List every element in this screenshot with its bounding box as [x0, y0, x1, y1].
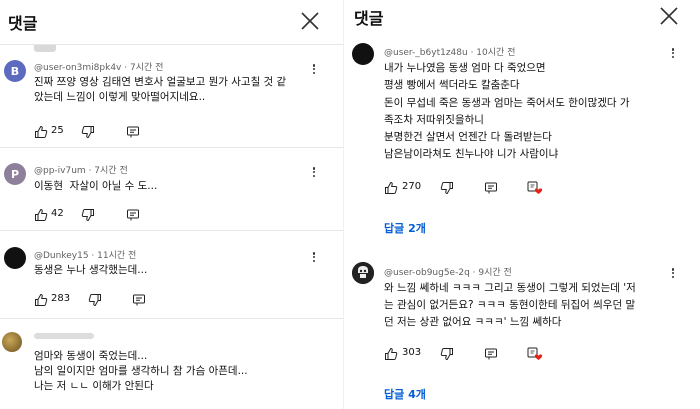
comment-author[interactable]: @user-_b6yt1z48u	[384, 48, 468, 58]
like-count: 25	[51, 125, 64, 136]
more-vertical-icon[interactable]	[668, 266, 678, 280]
like-count: 42	[51, 208, 64, 219]
skull-icon	[352, 262, 374, 284]
close-icon[interactable]	[299, 10, 321, 32]
comment-text: 와 느낌 쎄하네 ㅋㅋㅋ 그리고 동생이 그렇게 되었는데 '저 는 관심이 없거…	[384, 282, 636, 328]
comment-meta: @user-on3mi8pk4v · 7시간 전	[34, 63, 164, 73]
comment-meta	[34, 332, 94, 342]
avatar[interactable]	[352, 262, 374, 284]
comment-meta: @user-_b6yt1z48u · 10시간 전	[384, 48, 516, 58]
reply-icon[interactable]	[484, 346, 498, 362]
thumbs-down-icon[interactable]	[88, 292, 102, 308]
reply-icon[interactable]	[126, 207, 140, 223]
thumbs-up-icon[interactable]	[34, 292, 48, 308]
comment-divider	[0, 318, 343, 319]
comment-divider	[0, 147, 343, 148]
comment-author[interactable]: @pp-iv7um	[34, 166, 86, 176]
thumbs-down-icon[interactable]	[440, 346, 454, 362]
comment-text: 동생은 누나 생각했는데...	[34, 264, 148, 276]
like-count: 303	[402, 347, 422, 358]
more-vertical-icon[interactable]	[309, 250, 319, 264]
thumbs-up-icon[interactable]	[34, 124, 48, 140]
comment-divider	[0, 230, 343, 231]
comment-time: 11시간 전	[97, 251, 137, 261]
comments-panel-left: 댓글 B @user-on3mi8pk4v · 7시간 전 진짜 쯔양 영상 김…	[0, 0, 343, 409]
close-icon[interactable]	[658, 5, 680, 27]
comment-meta: @Dunkey15 · 11시간 전	[34, 251, 137, 261]
creator-heart-icon	[527, 180, 543, 196]
scroll-indicator	[34, 45, 56, 52]
thumbs-up-icon[interactable]	[384, 346, 398, 362]
comment-text: 이동현 자살이 아닐 수 도...	[34, 180, 158, 192]
comment-text: 진짜 쯔양 영상 김태연 변호사 얼굴보고 뭔가 사고칠 것 같 았는데 느낌이 …	[34, 76, 287, 103]
avatar[interactable]	[352, 43, 374, 65]
comment-actions: 283	[34, 292, 164, 308]
thumbs-up-icon[interactable]	[384, 180, 398, 196]
comments-header: 댓글	[0, 0, 343, 40]
thumbs-up-icon[interactable]	[34, 207, 48, 223]
avatar[interactable]: B	[4, 60, 26, 82]
comment-text: 내가 누나였음 동생 엄마 다 죽었으면 평생 빵에서 썩더라도 칼춤춘다 돈이 무…	[384, 62, 630, 161]
like-count: 283	[51, 293, 71, 304]
comments-title: 댓글	[8, 14, 38, 33]
comment-author[interactable]: @Dunkey15	[34, 251, 89, 261]
thumbs-down-icon[interactable]	[440, 180, 454, 196]
view-replies-link[interactable]: 답글 2개	[384, 220, 426, 236]
avatar[interactable]: P	[4, 163, 26, 185]
more-vertical-icon[interactable]	[668, 46, 678, 60]
avatar[interactable]	[2, 332, 22, 352]
comment-actions: 270	[384, 180, 554, 196]
more-vertical-icon[interactable]	[309, 165, 319, 179]
like-count: 270	[402, 181, 422, 192]
comment-time: 7시간 전	[129, 63, 164, 73]
comments-panel-right: 댓글 @user-_b6yt1z48u · 10시간 전 내가 누나였음 동생 …	[343, 0, 700, 409]
comment-text: 엄마와 동생이 죽었는데... 남의 일이지만 엄마를 생각하니 참 가슴 아픈데…	[34, 350, 248, 392]
comments-title: 댓글	[354, 9, 384, 28]
thumbs-down-icon[interactable]	[81, 124, 95, 140]
thumbs-down-icon[interactable]	[81, 207, 95, 223]
reply-icon[interactable]	[126, 124, 140, 140]
comment-actions: 42	[34, 207, 154, 223]
blurred-username-icon	[34, 333, 94, 339]
avatar[interactable]	[4, 247, 26, 269]
reply-icon[interactable]	[132, 292, 146, 308]
comment-time: 9시간 전	[478, 268, 512, 278]
more-vertical-icon[interactable]	[309, 62, 319, 76]
view-replies-link[interactable]: 답글 4개	[384, 386, 426, 402]
creator-heart-icon	[527, 346, 543, 362]
comments-header: 댓글	[344, 0, 700, 40]
reply-icon[interactable]	[484, 180, 498, 196]
comment-author[interactable]: @user-ob9ug5e-2q	[384, 268, 470, 278]
comment-meta: @user-ob9ug5e-2q · 9시간 전	[384, 268, 512, 278]
comment-actions: 303	[384, 346, 554, 362]
comment-actions: 25	[34, 124, 154, 140]
comment-meta: @pp-iv7um · 7시간 전	[34, 166, 128, 176]
comment-time: 7시간 전	[94, 166, 128, 176]
comment-time: 10시간 전	[476, 48, 516, 58]
comment-author[interactable]: @user-on3mi8pk4v	[34, 63, 121, 73]
